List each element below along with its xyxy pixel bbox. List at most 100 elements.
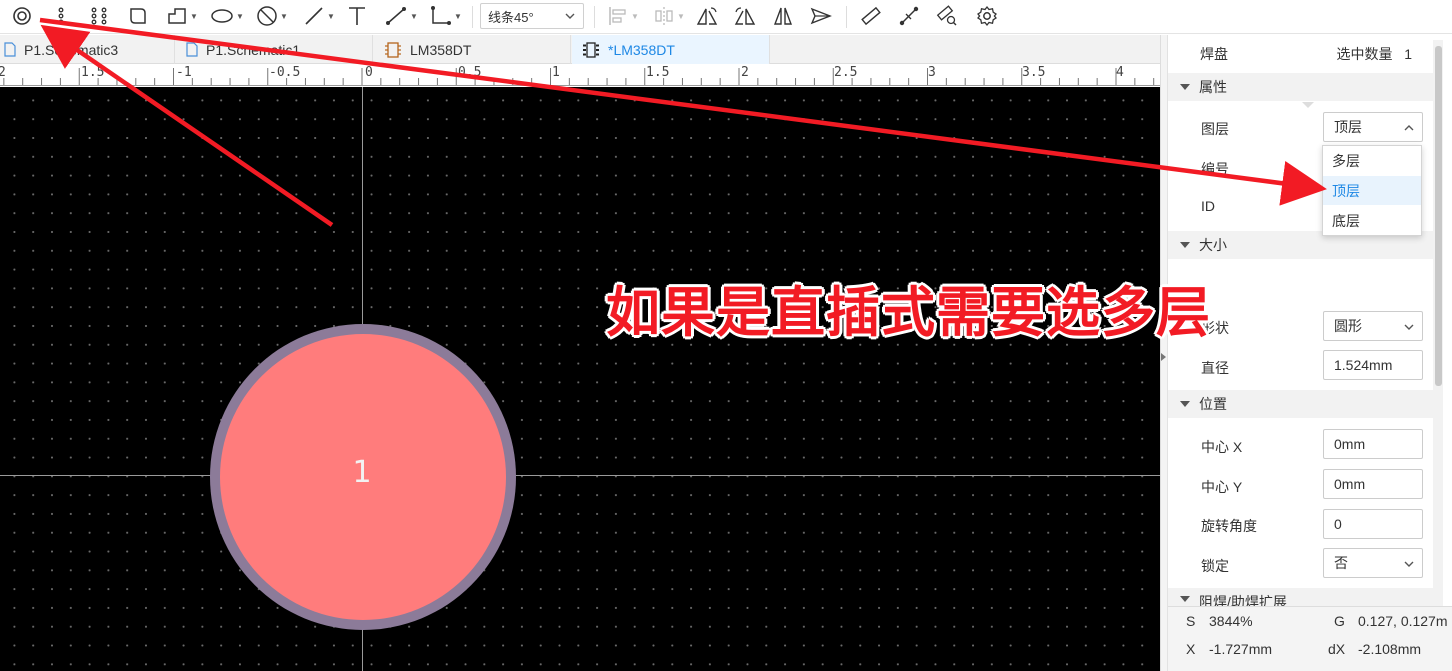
text-icon <box>349 7 365 25</box>
dimension-icon <box>386 7 407 25</box>
panel-scrollbar-thumb[interactable] <box>1435 46 1442 386</box>
mirror-button[interactable] <box>770 3 796 29</box>
diameter-input[interactable]: 1.524mm <box>1323 350 1423 380</box>
chevron-up-icon <box>1404 125 1414 131</box>
dimension-tool-button[interactable]: ▼ <box>382 3 420 29</box>
ruler-ticks <box>3 68 1155 85</box>
section-properties[interactable]: 属性 <box>1168 73 1436 101</box>
layer-option-multi[interactable]: 多层 <box>1323 146 1421 175</box>
layer-select[interactable]: 顶层 <box>1323 112 1423 142</box>
send-icon <box>810 7 832 25</box>
document-icon <box>186 42 198 57</box>
route-button[interactable] <box>896 3 922 29</box>
ruler-icon <box>861 6 881 26</box>
cursor-x-label: X <box>1186 641 1196 657</box>
line-icon <box>305 7 323 25</box>
ellipse-tool-button[interactable]: ▼ <box>208 3 246 29</box>
layer-label: 图层 <box>1201 121 1229 137</box>
grid-label: G <box>1334 613 1345 629</box>
shape-select[interactable]: 圆形 <box>1323 311 1423 341</box>
collapse-triangle-icon <box>1180 242 1190 248</box>
center-y-input[interactable]: 0mm <box>1323 469 1423 499</box>
circle-tool-button[interactable]: ▼ <box>254 3 290 29</box>
pad-tool-button[interactable] <box>10 3 34 29</box>
dropdown-pointer <box>1302 102 1314 108</box>
center-y-value: 0mm <box>1334 476 1366 492</box>
status-bar: S 3844% G 0.127, 0.127m X -1.727mm dX -2… <box>1168 606 1452 671</box>
ruler-label: 1 <box>552 65 560 80</box>
toolbar-separator <box>594 6 595 28</box>
lock-select[interactable]: 否 <box>1323 548 1423 578</box>
grid-value: 0.127, 0.127m <box>1358 613 1448 629</box>
rotation-input[interactable]: 0 <box>1323 509 1423 539</box>
align-left-icon <box>609 7 626 25</box>
align-tool-button[interactable]: ▼ <box>604 3 642 29</box>
distribute-tool-button[interactable]: ▼ <box>650 3 688 29</box>
selection-count: 选中数量 1 <box>1337 44 1412 64</box>
polygon-tool-button[interactable]: ▼ <box>164 3 200 29</box>
ruler-label: -0.5 <box>269 65 301 80</box>
chevron-down-icon: ▼ <box>454 11 462 21</box>
panel-collapse-handle[interactable] <box>1161 35 1168 671</box>
rect-tool-button[interactable] <box>126 3 150 29</box>
section-mask-expansion[interactable]: 阻焊/助焊扩展 <box>1168 588 1436 606</box>
pad-array-icon <box>91 7 107 25</box>
footprint-icon <box>582 41 600 58</box>
chevron-down-icon: ▼ <box>677 11 685 21</box>
ruler-label: 4 <box>1116 65 1124 80</box>
rotate-left-button[interactable] <box>694 3 720 29</box>
angle-tool-button[interactable]: ▼ <box>426 3 464 29</box>
corner-angle-icon <box>431 6 452 25</box>
rotation-value: 0 <box>1334 516 1342 532</box>
text-tool-button[interactable] <box>344 3 370 29</box>
tab-label: *LM358DT <box>608 41 675 58</box>
distribute-icon <box>655 7 673 25</box>
selection-count-value: 1 <box>1404 46 1412 62</box>
tab-schematic3[interactable]: P1.Schematic3 <box>0 35 175 64</box>
layer-dropdown-menu: 多层 顶层 底层 <box>1322 145 1422 236</box>
lock-select-value: 否 <box>1334 555 1348 571</box>
center-x-input[interactable]: 0mm <box>1323 429 1423 459</box>
center-x-value: 0mm <box>1334 436 1366 452</box>
flip-horizontal-icon <box>696 7 718 25</box>
layer-option-top[interactable]: 顶层 <box>1323 176 1421 205</box>
horizontal-ruler: 2 1.5 -1 -0.5 0 0.5 1 1.5 2 2.5 3 3.5 4 <box>0 64 1160 86</box>
measure-button[interactable] <box>858 3 884 29</box>
toolbar-separator <box>472 6 473 28</box>
line-mode-select[interactable]: 线条45° <box>480 3 584 29</box>
toolbar-separator <box>846 6 847 28</box>
rotate-right-button[interactable] <box>732 3 758 29</box>
tab-schematic1[interactable]: P1.Schematic1 <box>176 35 373 64</box>
mirror-icon <box>773 7 793 25</box>
settings-button[interactable] <box>974 3 1000 29</box>
gear-icon <box>977 5 997 27</box>
annotation-text: 如果是直插式需要选多层 <box>606 281 1211 344</box>
collapse-triangle-icon <box>1180 596 1190 602</box>
inspect-button[interactable] <box>934 3 960 29</box>
document-tabs: P1.Schematic3 P1.Schematic1 LM358DT *LM3… <box>0 35 1160 64</box>
diameter-label: 直径 <box>1201 360 1229 376</box>
send-button[interactable] <box>808 3 834 29</box>
via-tool-button[interactable] <box>52 3 70 29</box>
collapse-triangle-icon <box>1180 84 1190 90</box>
document-icon <box>4 42 16 57</box>
layer-option-bottom[interactable]: 底层 <box>1323 206 1421 235</box>
chevron-down-icon <box>1404 324 1414 330</box>
collapse-arrow-icon <box>1161 353 1166 361</box>
collapse-triangle-icon <box>1180 401 1190 407</box>
line-tool-button[interactable]: ▼ <box>300 3 338 29</box>
no-entry-circle-icon <box>257 6 277 26</box>
ruler-label: 2 <box>0 65 6 80</box>
ruler-label: 2.5 <box>834 65 858 80</box>
section-position[interactable]: 位置 <box>1168 390 1436 418</box>
tab-lm358dt-symbol[interactable]: LM358DT <box>374 35 571 64</box>
chevron-down-icon <box>565 13 575 19</box>
layer-select-value: 顶层 <box>1334 119 1362 135</box>
chevron-down-icon: ▼ <box>631 11 639 21</box>
tab-lm358dt-footprint[interactable]: *LM358DT <box>572 35 770 64</box>
pad-array-tool-button[interactable] <box>86 3 112 29</box>
center-y-label: 中心 Y <box>1201 479 1243 495</box>
id-label: ID <box>1201 198 1215 214</box>
pcb-canvas[interactable]: 1 <box>0 87 1160 671</box>
chevron-down-icon: ▼ <box>190 11 198 21</box>
